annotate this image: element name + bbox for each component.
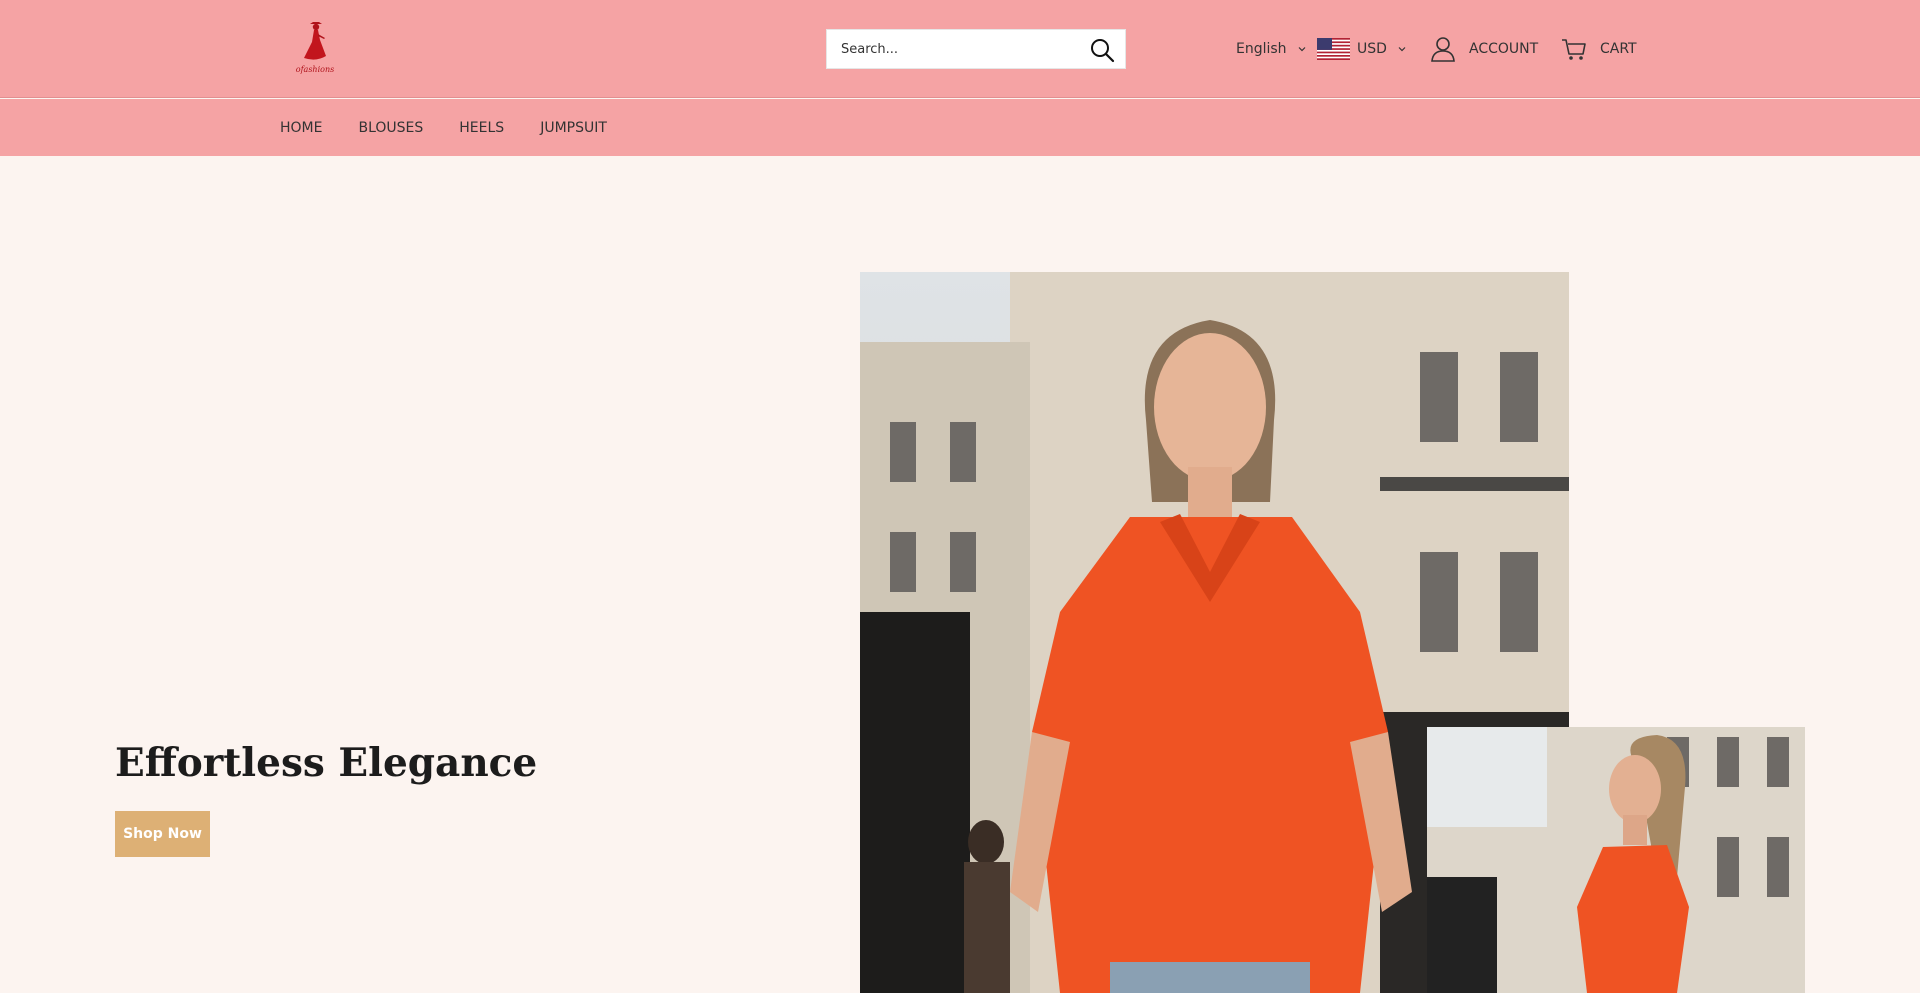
brand-logo[interactable]: ofashions xyxy=(292,20,338,74)
search-icon[interactable] xyxy=(1089,37,1115,63)
logo-text: ofashions xyxy=(295,65,335,74)
account-link[interactable]: ACCOUNT xyxy=(1429,0,1538,98)
menu-item-blouses[interactable]: BLOUSES xyxy=(358,120,423,136)
main-navigation: HOME BLOUSES HEELS JUMPSUIT xyxy=(0,99,1920,156)
search-box xyxy=(826,29,1126,69)
us-flag-icon xyxy=(1317,38,1350,60)
hero-title: Effortless Elegance xyxy=(115,740,538,786)
fashion-figure-icon xyxy=(304,22,326,60)
user-icon xyxy=(1431,37,1455,62)
chevron-down-icon xyxy=(1298,47,1305,52)
site-header: ofashions English USD xyxy=(0,0,1920,98)
language-label: English xyxy=(1236,41,1287,57)
shop-now-button[interactable]: Shop Now xyxy=(115,811,210,857)
menu-item-heels[interactable]: HEELS xyxy=(459,120,504,136)
chevron-down-icon xyxy=(1398,47,1406,52)
currency-label: USD xyxy=(1357,41,1387,57)
menu-item-jumpsuit[interactable]: JUMPSUIT xyxy=(540,120,607,136)
main-menu: HOME BLOUSES HEELS JUMPSUIT xyxy=(280,99,607,156)
hero-side-image xyxy=(1427,727,1805,993)
language-selector[interactable]: English xyxy=(1236,0,1307,98)
search-input[interactable] xyxy=(827,30,1077,68)
currency-selector[interactable]: USD xyxy=(1317,0,1407,98)
cart-link[interactable]: CART xyxy=(1560,0,1637,98)
account-label: ACCOUNT xyxy=(1469,41,1539,57)
cart-icon xyxy=(1562,39,1586,60)
menu-item-home[interactable]: HOME xyxy=(280,120,322,136)
cart-label: CART xyxy=(1600,41,1637,57)
